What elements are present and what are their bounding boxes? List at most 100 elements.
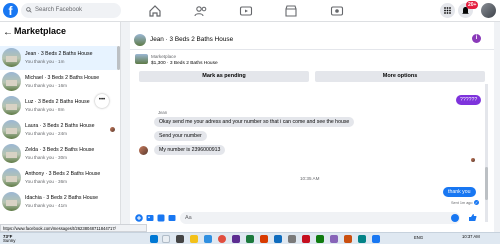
app-icon[interactable]: [330, 235, 338, 243]
conversation-title: Laura · 3 Beds 2 Baths House: [25, 123, 95, 129]
app-icon[interactable]: [260, 235, 268, 243]
more-options-dots-button[interactable]: •••: [95, 94, 109, 108]
app-icon[interactable]: [344, 235, 352, 243]
listing-thumbnail: [2, 48, 21, 67]
search-input[interactable]: Search Facebook: [21, 3, 121, 18]
weather-condition: Sunny: [3, 238, 16, 243]
clock[interactable]: 10:37 AM: [462, 234, 480, 239]
more-options-button[interactable]: More options: [315, 71, 485, 82]
conversation-title: Luz · 3 Beds 2 Baths House: [25, 99, 90, 105]
edge-icon[interactable]: [204, 235, 212, 243]
menu-button[interactable]: [440, 3, 455, 18]
conversation-item[interactable]: Anthony · 3 Beds 2 Baths House You thank…: [0, 166, 117, 190]
conversation-item[interactable]: Idachia · 3 Beds 2 Baths House You thank…: [0, 190, 117, 214]
listing-thumbnail: [2, 120, 21, 139]
app-icon[interactable]: [246, 235, 254, 243]
message-timestamp: 10:35 AM: [300, 176, 320, 181]
info-icon[interactable]: i: [472, 34, 481, 43]
emoji-icon[interactable]: [451, 214, 459, 222]
chat-contact-name[interactable]: Jean · 3 Beds 2 Baths House: [150, 36, 233, 43]
task-view-icon[interactable]: [176, 235, 184, 243]
listing-thumbnail: [2, 72, 21, 91]
received-message-bubble: My number is 2396000913: [154, 145, 226, 155]
system-tray[interactable]: ENG: [414, 235, 423, 240]
conversation-preview: You thank you · 36m: [25, 179, 67, 184]
check-icon: ✓: [474, 200, 479, 205]
conversation-preview: You thank you · 24m: [25, 131, 67, 136]
facebook-logo[interactable]: f: [3, 3, 18, 18]
app-icon[interactable]: [232, 235, 240, 243]
chat-scrollbar-track[interactable]: [485, 84, 488, 222]
friends-icon[interactable]: [194, 4, 208, 18]
app-icon[interactable]: [274, 235, 282, 243]
listing-thumbnail: [2, 96, 21, 115]
conversation-preview: You thank you · 30m: [25, 155, 67, 160]
conversation-item[interactable]: Michael · 3 Beds 2 Baths House You thank…: [0, 70, 117, 94]
app-icon[interactable]: [288, 235, 296, 243]
browser-status-url: https://www.facebook.com/messages/t/2623…: [0, 224, 147, 232]
received-message-bubble: Okay send me your adress and your number…: [154, 117, 355, 127]
sent-message-bubble: thank you: [443, 187, 476, 197]
sender-avatar: [139, 146, 148, 155]
conversation-preview: You thank you · 41m: [25, 203, 67, 208]
conversation-preview: You thank you · 16m: [25, 83, 67, 88]
conversation-preview: You thank you · 1m: [25, 59, 65, 64]
conversation-item[interactable]: Jean · 3 Beds 2 Baths House You thank yo…: [0, 46, 117, 70]
clock-time: 10:37 AM: [462, 234, 480, 239]
conversation-title: Jean · 3 Beds 2 Baths House: [25, 51, 93, 57]
search-icon: [26, 7, 32, 13]
search-taskbar-icon[interactable]: [162, 235, 170, 243]
scrollbar[interactable]: [117, 46, 120, 70]
conversation-title: Michael · 3 Beds 2 Baths House: [25, 75, 100, 81]
conversation-title: Zelda · 3 Beds 2 Baths House: [25, 147, 95, 153]
marketplace-conversation-list: ← Marketplace Jean · 3 Beds 2 Baths Hous…: [0, 22, 121, 232]
photo-icon[interactable]: [146, 214, 154, 222]
weather-widget[interactable]: 73°F Sunny: [3, 234, 16, 243]
mark-as-pending-button[interactable]: Mark as pending: [139, 71, 309, 82]
sender-name: Jean: [158, 110, 168, 115]
message-input[interactable]: Aa: [180, 212, 460, 224]
conversation-item[interactable]: Laura · 3 Beds 2 Baths House You thank y…: [0, 118, 117, 142]
facebook-taskbar-icon[interactable]: [372, 235, 380, 243]
listing-thumbnail[interactable]: [135, 54, 148, 64]
chat-scrollbar-thumb[interactable]: [485, 167, 488, 200]
watch-icon[interactable]: [239, 4, 253, 18]
conversation-title: Anthony · 3 Beds 2 Baths House: [25, 171, 101, 177]
app-icon[interactable]: [316, 235, 324, 243]
chrome-icon[interactable]: [218, 235, 226, 243]
file-explorer-icon[interactable]: [190, 235, 198, 243]
divider: [130, 49, 494, 50]
top-nav-bar: f Search Facebook 20+: [0, 0, 500, 22]
seen-receipt-avatar: [471, 158, 475, 162]
windows-taskbar: 73°F Sunny ENG 10:37 AM: [0, 232, 500, 244]
conversation-title: Idachia · 3 Beds 2 Baths House: [25, 195, 98, 201]
app-icon[interactable]: [302, 235, 310, 243]
conversation-item[interactable]: Zelda · 3 Beds 2 Baths House You thank y…: [0, 142, 117, 166]
listing-price-title[interactable]: $1,300 · 3 Beds 2 Baths House: [151, 61, 218, 66]
contact-avatar[interactable]: [134, 34, 146, 46]
listing-thumbnail: [2, 192, 21, 211]
profile-avatar[interactable]: [481, 3, 496, 18]
received-message-bubble: Send your number: [154, 131, 207, 141]
read-receipt-avatar: [110, 127, 115, 132]
home-icon[interactable]: [148, 4, 162, 18]
gif-icon[interactable]: [168, 214, 176, 222]
notification-badge: 20+: [466, 1, 479, 9]
listing-thumbnail: [2, 168, 21, 187]
sticker-icon[interactable]: [157, 214, 165, 222]
grid-menu-icon: [444, 7, 451, 14]
groups-icon[interactable]: [330, 4, 344, 18]
marketplace-title: Marketplace: [14, 26, 67, 36]
conversation-preview: You thank you · 8m: [25, 107, 65, 112]
plus-icon[interactable]: [135, 214, 143, 222]
like-thumb-icon[interactable]: [468, 213, 477, 222]
marketplace-icon[interactable]: [284, 4, 298, 18]
message-status: Sent 1m ago: [451, 201, 473, 205]
sent-message-bubble: ??????: [456, 95, 482, 105]
listing-thumbnail: [2, 144, 21, 163]
back-arrow-icon[interactable]: ←: [3, 27, 13, 38]
start-icon[interactable]: [150, 235, 158, 243]
listing-label: Marketplace: [151, 54, 177, 59]
app-icon[interactable]: [358, 235, 366, 243]
chat-panel: Jean · 3 Beds 2 Baths House i Marketplac…: [130, 22, 494, 232]
